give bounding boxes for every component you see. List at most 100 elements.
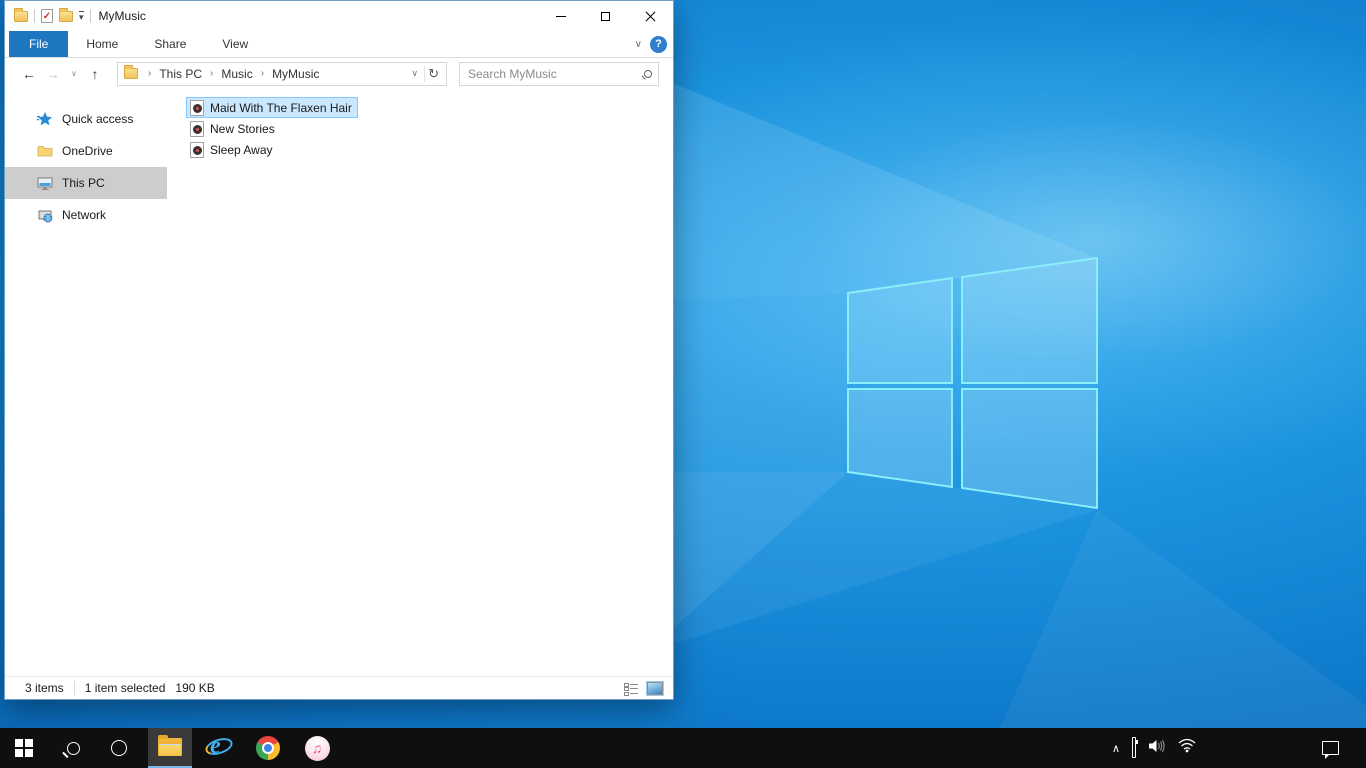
large-icons-view-button[interactable] <box>646 680 664 696</box>
tab-file[interactable]: File <box>9 31 69 57</box>
recent-locations-chevron-icon[interactable]: ∨ <box>65 69 83 78</box>
music-file-icon <box>190 141 204 158</box>
file-name: Sleep Away <box>210 142 273 157</box>
start-button[interactable] <box>4 728 44 768</box>
sidebar-item-quick-access[interactable]: Quick access <box>5 103 167 135</box>
itunes-icon: ♫ <box>304 735 330 761</box>
previous-locations-chevron-icon[interactable]: ∨ <box>406 68 425 79</box>
minimize-icon <box>555 15 566 17</box>
windows-start-icon <box>15 739 33 757</box>
breadcrumb-this-pc[interactable]: This PC <box>157 66 204 82</box>
volume-icon[interactable] <box>1148 738 1166 759</box>
address-bar[interactable]: › This PC › Music › MyMusic ∨ ↻ <box>117 61 447 86</box>
file-explorer-taskbar-button[interactable] <box>148 728 192 768</box>
breadcrumb-mymusic[interactable]: MyMusic <box>270 66 321 82</box>
sidebar-item-label: Network <box>62 208 107 222</box>
file-name: New Stories <box>210 121 275 136</box>
qat-folder-icon[interactable] <box>14 7 28 22</box>
file-row-maid-with-the-flaxen-hair[interactable]: Maid With The Flaxen Hair <box>186 97 358 118</box>
explorer-content: Quick access OneDrive This PC Network Ma… <box>5 89 673 677</box>
quick-access-toolbar: ✓ ▾ <box>5 7 91 23</box>
this-pc-monitor-icon <box>37 177 53 190</box>
ribbon-right-controls: ∨ ? <box>635 31 673 57</box>
breadcrumb-separator-icon: › <box>210 68 214 79</box>
breadcrumb-separator-icon: › <box>260 68 265 79</box>
sidebar-item-label: OneDrive <box>62 144 113 158</box>
ribbon-tab-bar: File Home Share View ∨ ? <box>5 31 673 58</box>
address-bar-controls: ∨ ↻ <box>406 65 447 82</box>
file-list: Maid With The Flaxen Hair New Stories Sl… <box>186 97 358 160</box>
close-button[interactable] <box>628 1 673 31</box>
window-title: MyMusic <box>98 9 146 23</box>
show-hidden-icons-chevron[interactable]: ∧ <box>1112 742 1120 755</box>
wifi-icon[interactable] <box>1178 738 1196 758</box>
tab-share[interactable]: Share <box>136 31 204 57</box>
close-icon <box>645 11 656 22</box>
sidebar-item-this-pc[interactable]: This PC <box>5 167 167 199</box>
search-box[interactable] <box>459 61 659 86</box>
search-input[interactable] <box>468 66 644 81</box>
window-titlebar[interactable]: ✓ ▾ MyMusic <box>5 1 673 31</box>
logo-pane-bottom-right <box>961 388 1098 510</box>
navigation-buttons: ← → ∨ ↑ <box>5 66 107 82</box>
logo-pane-top-left <box>847 276 953 384</box>
file-row-new-stories[interactable]: New Stories <box>186 118 281 139</box>
qat-customize-dropdown-icon[interactable]: ▾ <box>79 11 84 22</box>
breadcrumb-separator-icon: › <box>148 68 152 79</box>
qat-properties-icon[interactable]: ✓ <box>41 9 53 23</box>
view-toggle-buttons <box>624 680 673 696</box>
breadcrumb-music[interactable]: Music <box>219 66 254 82</box>
refresh-icon[interactable]: ↻ <box>424 65 446 82</box>
help-button[interactable]: ? <box>650 35 667 53</box>
maximize-button[interactable] <box>583 1 628 31</box>
onedrive-folder-icon <box>37 146 53 157</box>
file-row-sleep-away[interactable]: Sleep Away <box>186 139 279 160</box>
forward-button[interactable]: → <box>41 66 65 82</box>
cortana-button[interactable] <box>99 728 139 768</box>
file-name: Maid With The Flaxen Hair <box>210 100 352 115</box>
action-center-icon <box>1322 741 1339 759</box>
action-center-button[interactable] <box>1322 728 1339 768</box>
address-bar-row: ← → ∨ ↑ › This PC › Music › MyMusic ∨ ↻ <box>5 58 673 89</box>
file-explorer-window: ✓ ▾ MyMusic File Home Share View ∨ ? ← →… <box>4 0 674 700</box>
windows-logo <box>847 256 1098 510</box>
expand-ribbon-icon[interactable]: ∨ <box>635 39 642 50</box>
caption-buttons <box>538 1 673 31</box>
status-selection-size: 190 KB <box>175 681 215 695</box>
status-bar: 3 items 1 item selected 190 KB <box>5 676 673 699</box>
cortana-icon <box>111 740 127 756</box>
chrome-taskbar-button[interactable] <box>248 728 288 768</box>
up-button[interactable]: ↑ <box>83 66 107 82</box>
tab-view[interactable]: View <box>204 31 266 57</box>
internet-explorer-taskbar-button[interactable]: e <box>199 728 239 768</box>
search-icon <box>66 741 80 755</box>
logo-pane-top-right <box>961 256 1098 384</box>
light-beam-floor <box>1000 510 1366 728</box>
quick-access-star-icon <box>37 112 52 126</box>
battery-icon[interactable] <box>1132 737 1137 758</box>
search-icon[interactable] <box>644 69 652 78</box>
file-explorer-icon <box>158 735 182 756</box>
qat-separator <box>34 9 35 23</box>
minimize-button[interactable] <box>538 1 583 31</box>
address-folder-icon <box>124 65 138 79</box>
status-selection: 1 item selected <box>84 681 166 695</box>
system-tray: ∧ <box>1112 728 1196 768</box>
sidebar-item-network[interactable]: Network <box>5 199 167 231</box>
back-button[interactable]: ← <box>17 66 41 82</box>
maximize-icon <box>601 11 610 21</box>
navigation-pane: Quick access OneDrive This PC Network <box>5 89 167 677</box>
tab-home[interactable]: Home <box>68 31 136 57</box>
chrome-icon <box>256 736 280 760</box>
music-file-icon <box>190 99 204 116</box>
sidebar-item-onedrive[interactable]: OneDrive <box>5 135 167 167</box>
taskbar: e ♫ ∧ <box>0 728 1366 768</box>
itunes-taskbar-button[interactable]: ♫ <box>297 728 337 768</box>
status-separator <box>73 681 75 695</box>
details-view-button[interactable] <box>624 682 639 696</box>
qat-new-folder-icon[interactable] <box>59 7 73 22</box>
qat-separator <box>89 9 91 23</box>
internet-explorer-icon: e <box>203 733 235 761</box>
taskbar-search-button[interactable] <box>53 728 93 768</box>
sidebar-item-label: Quick access <box>62 112 134 126</box>
